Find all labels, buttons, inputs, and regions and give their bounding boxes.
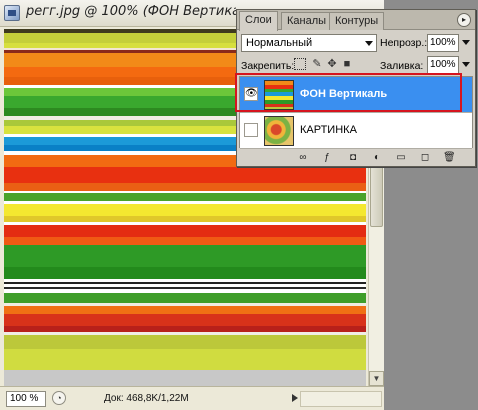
new-layer-icon[interactable]: ◻ (419, 152, 431, 164)
canvas-stripe (4, 225, 366, 237)
new-group-icon[interactable]: ▭ (395, 152, 407, 164)
document-statusbar: 100 % ◔ Док: 468,8K/1,22M (0, 386, 384, 410)
blend-mode-value: Нормальный (246, 37, 313, 49)
lock-all-icon[interactable]: ■ (341, 58, 353, 70)
fill-field[interactable]: 100% (427, 56, 459, 74)
chevron-down-icon (365, 41, 373, 46)
lock-transparency-icon[interactable] (294, 58, 306, 70)
photoshop-document-icon (4, 5, 20, 21)
visibility-toggle-empty[interactable] (244, 123, 258, 137)
palette-bottom-bar: ∞ ƒ ◘ ◐ ▭ ◻ 🗑 (237, 150, 475, 166)
layer-mask-icon[interactable]: ◘ (347, 152, 359, 164)
scroll-down-arrow-icon[interactable]: ▼ (369, 371, 384, 386)
canvas-stripe (4, 267, 366, 279)
link-icon[interactable]: ∞ (297, 152, 309, 164)
document-title: регг.jpg @ 100% (ФОН Вертикаль, R (26, 4, 236, 19)
layer-name: КАРТИНКА (300, 124, 357, 136)
status-menu-arrow-icon[interactable] (292, 394, 298, 402)
opacity-dropdown-icon[interactable] (462, 40, 470, 45)
tab-layers[interactable]: Слои (239, 11, 278, 31)
canvas-stripe (4, 335, 366, 349)
trash-icon[interactable]: 🗑 (443, 152, 456, 164)
canvas-stripe (4, 167, 366, 183)
status-navigate-icon[interactable]: ◔ (52, 391, 66, 405)
opacity-label: Непрозр.: (380, 37, 428, 49)
canvas-stripe (4, 237, 366, 245)
canvas-stripe (4, 245, 366, 267)
lock-brush-icon[interactable]: ✎ (311, 58, 323, 70)
layer-row-fon-vertikal[interactable]: 👁 ФОН Вертикаль (240, 77, 472, 113)
canvas-stripe (4, 204, 366, 216)
document-size-info: Док: 468,8K/1,22M (104, 393, 189, 404)
layers-list: 👁 ФОН Вертикаль КАРТИНКА (239, 76, 473, 149)
canvas-stripe (4, 349, 366, 370)
palette-tabs: Слои Каналы Контуры ▸ (237, 10, 475, 31)
blend-mode-select[interactable]: Нормальный (241, 34, 377, 52)
tab-channels[interactable]: Каналы (281, 12, 333, 30)
lock-label: Закрепить: (241, 60, 295, 72)
zoom-level-field[interactable]: 100 % (6, 391, 46, 407)
canvas-stripe (4, 183, 366, 191)
canvas-stripe (4, 306, 366, 314)
tab-paths[interactable]: Контуры (329, 12, 385, 30)
layer-thumbnail (264, 116, 294, 146)
layer-name: ФОН Вертикаль (300, 88, 388, 100)
adjustment-layer-icon[interactable]: ◐ (371, 152, 383, 164)
layer-row-kartinka[interactable]: КАРТИНКА (240, 113, 472, 149)
lock-move-icon[interactable]: ✥ (326, 58, 338, 70)
eye-icon[interactable]: 👁 (244, 87, 258, 101)
layer-thumbnail (264, 80, 294, 110)
layers-palette: Слои Каналы Контуры ▸ Нормальный Непрозр… (236, 9, 476, 167)
fill-dropdown-icon[interactable] (462, 62, 470, 67)
layer-style-icon[interactable]: ƒ (321, 152, 333, 164)
fill-label: Заливка: (380, 60, 424, 72)
canvas-stripe (4, 293, 366, 303)
palette-menu-icon[interactable]: ▸ (457, 13, 471, 27)
thumbnail-stripe (265, 107, 293, 109)
opacity-field[interactable]: 100% (427, 34, 459, 52)
horizontal-scrollbar[interactable] (300, 391, 382, 407)
canvas-stripe (4, 193, 366, 201)
canvas-stripe (4, 314, 366, 326)
